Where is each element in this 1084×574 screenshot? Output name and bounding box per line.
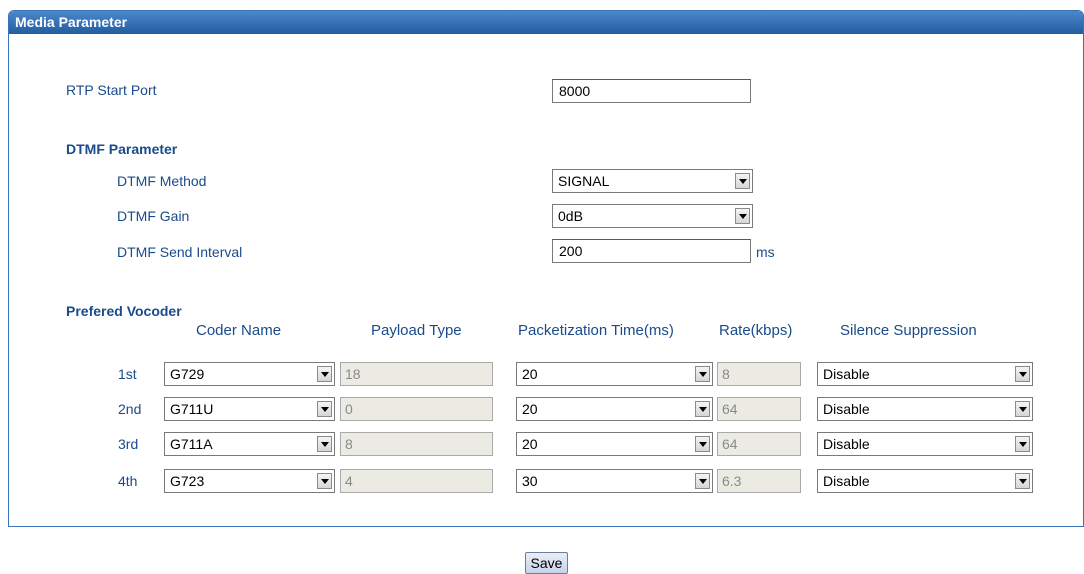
payload-type-field: 18	[340, 362, 493, 386]
chevron-down-icon[interactable]	[695, 473, 710, 489]
chevron-down-icon[interactable]	[1015, 436, 1030, 452]
silence-suppression-select[interactable]: Disable	[817, 469, 1033, 493]
coder-name-value: G711A	[170, 436, 213, 452]
coder-name-select[interactable]: G729	[164, 362, 335, 386]
silence-suppression-select[interactable]: Disable	[817, 362, 1033, 386]
silence-suppression-value: Disable	[823, 473, 870, 489]
save-button[interactable]: Save	[525, 552, 568, 574]
rtp-start-port-input[interactable]: 8000	[552, 79, 751, 103]
silence-suppression-select[interactable]: Disable	[817, 432, 1033, 456]
panel-title: Media Parameter	[9, 11, 1083, 34]
dtmf-interval-unit: ms	[756, 244, 775, 260]
rate-field: 64	[717, 397, 801, 421]
packetization-time-value: 20	[522, 401, 538, 417]
chevron-down-icon[interactable]	[695, 366, 710, 382]
packetization-time-select[interactable]: 20	[516, 432, 713, 456]
vocoder-row-label: 1st	[118, 366, 137, 382]
payload-type-field: 0	[340, 397, 493, 421]
chevron-down-icon[interactable]	[1015, 473, 1030, 489]
vocoder-row-label: 2nd	[118, 401, 142, 417]
coder-name-select[interactable]: G711U	[164, 397, 335, 421]
chevron-down-icon[interactable]	[1015, 401, 1030, 417]
rate-field: 64	[717, 432, 801, 456]
packetization-time-select[interactable]: 20	[516, 397, 713, 421]
dtmf-send-interval-input[interactable]: 200	[552, 239, 751, 263]
rate-field: 8	[717, 362, 801, 386]
chevron-down-icon[interactable]	[735, 173, 750, 189]
payload-type-field: 4	[340, 469, 493, 493]
col-header-payload-type: Payload Type	[371, 322, 462, 339]
dtmf-gain-label: DTMF Gain	[117, 208, 190, 224]
chevron-down-icon[interactable]	[317, 366, 332, 382]
packetization-time-value: 20	[522, 366, 538, 382]
col-header-silence-suppression: Silence Suppression	[840, 322, 977, 339]
silence-suppression-value: Disable	[823, 366, 870, 382]
coder-name-select[interactable]: G723	[164, 469, 335, 493]
chevron-down-icon[interactable]	[1015, 366, 1030, 382]
dtmf-method-label: DTMF Method	[117, 173, 207, 189]
packetization-time-select[interactable]: 20	[516, 362, 713, 386]
silence-suppression-value: Disable	[823, 401, 870, 417]
vocoder-row-label: 4th	[118, 473, 138, 489]
dtmf-gain-value: 0dB	[558, 208, 583, 224]
vocoder-row-label: 3rd	[118, 436, 139, 452]
packetization-time-value: 30	[522, 473, 538, 489]
chevron-down-icon[interactable]	[317, 436, 332, 452]
silence-suppression-value: Disable	[823, 436, 870, 452]
dtmf-section-title: DTMF Parameter	[66, 141, 178, 157]
col-header-coder-name: Coder Name	[196, 322, 282, 339]
coder-name-value: G729	[170, 366, 205, 382]
chevron-down-icon[interactable]	[317, 401, 332, 417]
dtmf-send-interval-label: DTMF Send Interval	[117, 244, 243, 260]
coder-name-value: G711U	[170, 401, 214, 417]
chevron-down-icon[interactable]	[695, 436, 710, 452]
chevron-down-icon[interactable]	[695, 401, 710, 417]
chevron-down-icon[interactable]	[317, 473, 332, 489]
coder-name-value: G723	[170, 473, 205, 489]
chevron-down-icon[interactable]	[735, 208, 750, 224]
dtmf-method-select[interactable]: SIGNAL	[552, 169, 753, 193]
dtmf-gain-select[interactable]: 0dB	[552, 204, 753, 228]
vocoder-section-title: Prefered Vocoder	[66, 303, 182, 319]
col-header-packetization-time: Packetization Time(ms)	[518, 322, 674, 339]
rtp-start-port-label: RTP Start Port	[66, 82, 157, 98]
coder-name-select[interactable]: G711A	[164, 432, 335, 456]
packetization-time-value: 20	[522, 436, 538, 452]
payload-type-field: 8	[340, 432, 493, 456]
dtmf-method-value: SIGNAL	[558, 173, 610, 189]
rate-field: 6.3	[717, 469, 801, 493]
packetization-time-select[interactable]: 30	[516, 469, 713, 493]
col-header-rate: Rate(kbps)	[719, 322, 793, 339]
silence-suppression-select[interactable]: Disable	[817, 397, 1033, 421]
